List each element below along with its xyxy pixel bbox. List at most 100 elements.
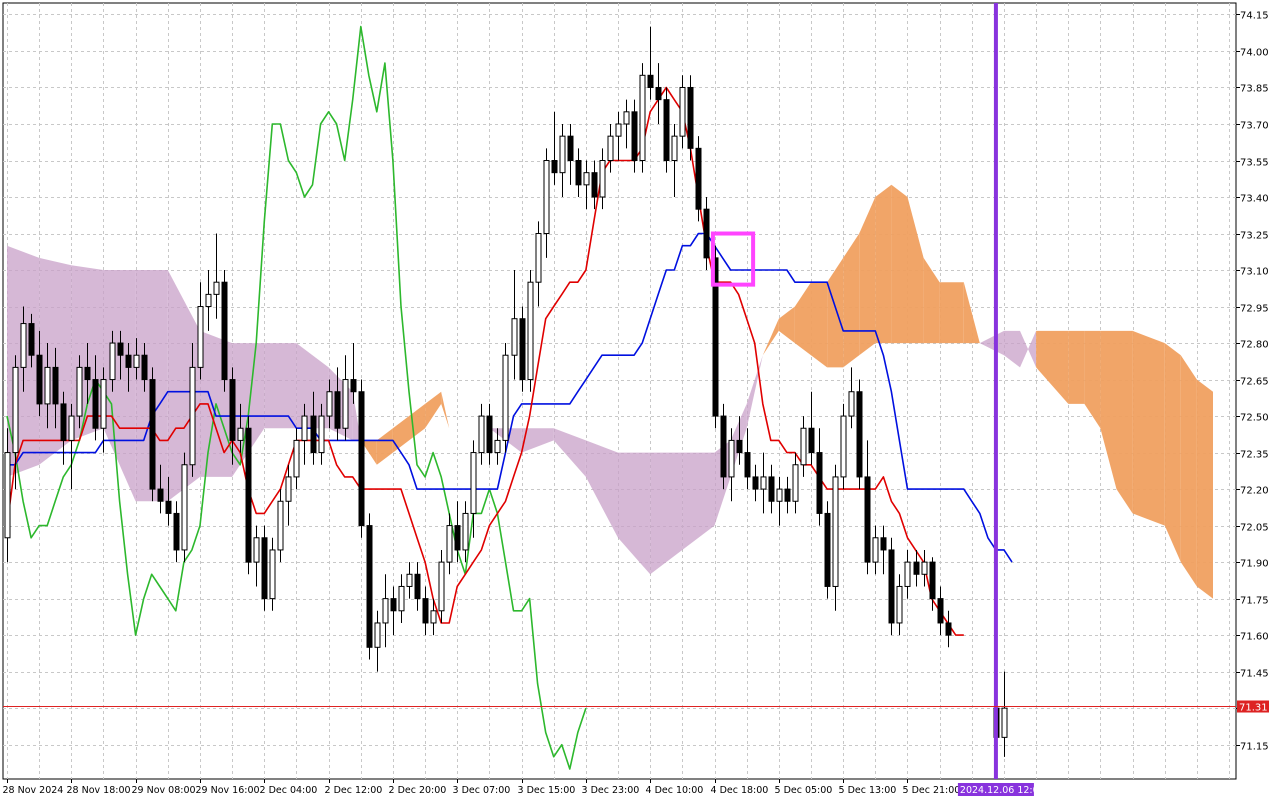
candle-up xyxy=(832,476,839,587)
candle-down xyxy=(125,354,132,368)
cloud-segment xyxy=(682,452,715,550)
cloud-segment xyxy=(923,257,940,344)
candle-up xyxy=(133,354,140,368)
candle-down xyxy=(929,561,936,600)
candle-down xyxy=(720,415,727,478)
candle-up xyxy=(760,476,767,490)
y-tick-label: 74.15 xyxy=(1240,11,1269,22)
chart: 74.15 74.00 73.85 73.70 73.55 73.40 73.25 73.10… xyxy=(0,0,1280,800)
candle-down xyxy=(28,323,35,356)
x-tick-label: 5 Dec 05:00 xyxy=(775,785,833,796)
candle-up xyxy=(205,293,212,308)
candle-down xyxy=(824,512,831,587)
y-tick-label: 73.85 xyxy=(1240,84,1269,95)
y-tick-label: 72.05 xyxy=(1240,523,1269,534)
cloud-segment xyxy=(1196,379,1213,599)
candle-up xyxy=(301,415,308,441)
candle-down xyxy=(117,342,124,356)
candle-up xyxy=(446,525,453,563)
candle-up xyxy=(269,549,276,600)
cloud-segment xyxy=(650,452,683,575)
candle-up xyxy=(543,160,550,235)
candle-down xyxy=(864,476,871,563)
candle-down xyxy=(486,415,493,454)
candle-up xyxy=(896,585,903,624)
candle-up xyxy=(181,464,188,551)
candle-down xyxy=(856,391,863,478)
x-tick-label: 29 Nov 08:00 xyxy=(132,785,196,796)
candle-down xyxy=(350,379,357,393)
x-tick-label: 2 Dec 04:00 xyxy=(260,785,318,796)
candle-down xyxy=(888,549,895,624)
candle-down xyxy=(663,99,670,161)
candle-up xyxy=(511,318,518,356)
y-tick-label: 72.50 xyxy=(1240,413,1269,424)
x-tick-label: 4 Dec 18:00 xyxy=(711,785,769,796)
x-tick-label: 2 Dec 20:00 xyxy=(389,785,447,796)
cloud-segment xyxy=(762,318,779,356)
candle-down xyxy=(414,573,421,600)
candle-down xyxy=(880,537,887,551)
cloud-segment xyxy=(441,391,450,429)
candle-up xyxy=(1001,707,1008,738)
cloud-segment xyxy=(979,330,1004,356)
candle-up xyxy=(318,415,325,454)
candle-up xyxy=(679,86,686,137)
candle-up xyxy=(527,281,534,381)
cloud-segment xyxy=(103,270,136,502)
candle-down xyxy=(36,354,43,405)
candle-up xyxy=(382,598,389,624)
candle-up xyxy=(197,306,204,368)
candle-down xyxy=(92,379,99,429)
y-tick-label: 74.00 xyxy=(1240,48,1269,59)
candle-up xyxy=(728,439,735,478)
candle-down xyxy=(937,598,944,624)
cloud-segment xyxy=(827,257,844,368)
cloud-segment xyxy=(1116,330,1133,514)
candle-up xyxy=(848,391,855,417)
candle-down xyxy=(687,86,694,149)
candle-up xyxy=(109,342,116,381)
candle-up xyxy=(326,391,333,417)
candle-up xyxy=(800,427,807,466)
candle-down xyxy=(60,403,67,441)
candle-down xyxy=(334,391,341,429)
candle-up xyxy=(776,488,783,502)
candle-up xyxy=(285,476,292,502)
candle-up xyxy=(615,123,622,137)
cloud-segment xyxy=(296,343,329,429)
cloud-segment xyxy=(1084,330,1101,429)
candle-down xyxy=(655,86,662,101)
candle-down xyxy=(173,512,180,551)
y-tick-label: 72.65 xyxy=(1240,377,1269,388)
y-tick-label: 72.35 xyxy=(1240,450,1269,461)
candle-up xyxy=(44,366,51,405)
cloud-segment xyxy=(1004,330,1020,368)
candle-down xyxy=(261,537,268,600)
candle-down xyxy=(422,598,429,624)
candle-up xyxy=(470,452,477,514)
x-tick-label: 3 Dec 07:00 xyxy=(453,785,511,796)
candle-down xyxy=(631,111,638,161)
candle-down xyxy=(808,427,815,454)
candle-up xyxy=(293,439,300,478)
candle-down xyxy=(221,281,228,381)
candle-up xyxy=(12,366,19,454)
candle-down xyxy=(165,500,172,514)
candle-down xyxy=(752,476,759,490)
y-tick-label: 73.55 xyxy=(1240,158,1269,169)
y-tick-label: 73.70 xyxy=(1240,121,1269,132)
candle-up xyxy=(430,610,437,624)
candle-down xyxy=(703,208,710,259)
cloud-segment xyxy=(794,282,811,356)
candle-down xyxy=(768,476,775,502)
cloud-segment xyxy=(843,233,860,368)
cloud-segment xyxy=(1100,330,1117,490)
x-tick-label: 28 Nov 18:00 xyxy=(67,785,131,796)
candle-up xyxy=(76,366,83,417)
x-tick-label: 5 Dec 21:00 xyxy=(903,785,961,796)
y-tick-label: 71.45 xyxy=(1240,669,1269,680)
cloud-segment xyxy=(1036,330,1069,404)
cloud-segment xyxy=(1132,330,1165,526)
candle-up xyxy=(535,233,542,283)
